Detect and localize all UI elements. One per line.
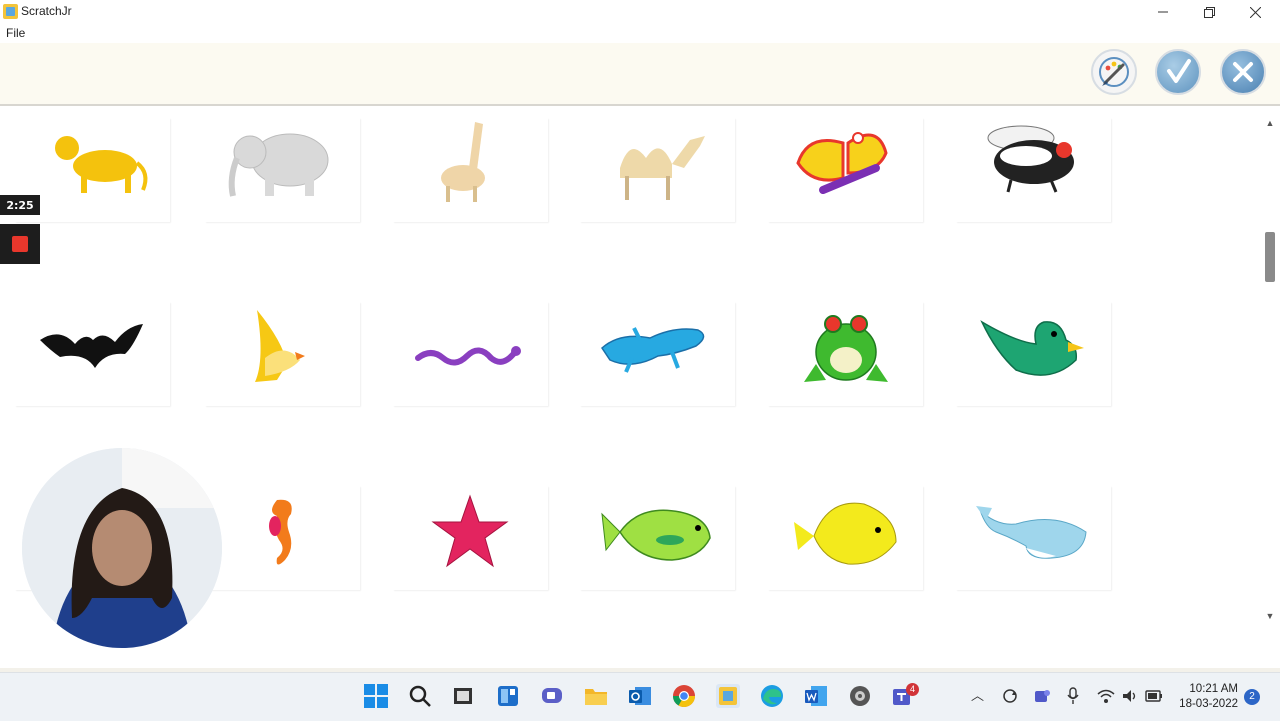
lizard-icon <box>601 327 705 373</box>
system-clock[interactable]: 10:21 AM 18-03-2022 <box>1178 682 1238 712</box>
camel-icon <box>620 136 705 200</box>
restore-button[interactable] <box>1186 0 1232 24</box>
restore-icon <box>1203 6 1215 18</box>
menu-bar: File <box>0 24 1280 43</box>
sync-icon[interactable] <box>1002 688 1018 704</box>
bird-icon <box>255 310 305 382</box>
fly-icon <box>987 125 1074 193</box>
character-butterfly[interactable] <box>768 118 923 222</box>
scroll-down-arrow[interactable]: ▼ <box>1264 611 1276 623</box>
character-bat[interactable] <box>15 302 170 406</box>
task-view-icon[interactable] <box>450 683 476 709</box>
wifi-icon[interactable] <box>1097 688 1115 704</box>
teams-tray-icon[interactable] <box>1034 688 1050 704</box>
character-starfish[interactable] <box>393 486 548 590</box>
menu-file[interactable]: File <box>6 26 25 40</box>
teams-badge: 4 <box>906 683 919 696</box>
windows-start-icon[interactable] <box>363 683 389 709</box>
taskbar: 4 ︿ 10:21 AM 18-03-2022 2 <box>0 672 1280 721</box>
fish-icon <box>601 509 711 561</box>
outlook-icon[interactable] <box>627 683 653 709</box>
character-tropical-fish[interactable] <box>768 486 923 590</box>
character-fish[interactable] <box>580 486 735 590</box>
paint-editor-button[interactable] <box>1091 49 1137 95</box>
minimize-button[interactable] <box>1140 0 1186 24</box>
character-elephant[interactable] <box>205 118 360 222</box>
microphone-icon[interactable] <box>1066 687 1080 705</box>
scratchjr-taskbar-icon[interactable] <box>715 683 741 709</box>
title-bar: ScratchJr <box>0 0 1280 24</box>
close-window-button[interactable] <box>1232 0 1278 24</box>
character-seahorse[interactable] <box>205 486 360 590</box>
edge-icon[interactable] <box>759 683 785 709</box>
tropical-fish-icon <box>794 502 897 565</box>
presenter-video <box>22 448 222 648</box>
scroll-up-arrow[interactable]: ▲ <box>1264 118 1276 130</box>
chrome-icon[interactable] <box>671 683 697 709</box>
clock-date: 18-03-2022 <box>1179 698 1238 710</box>
stop-icon <box>12 236 28 252</box>
scrollbar-thumb[interactable] <box>1265 232 1275 282</box>
frog-icon <box>804 315 888 382</box>
character-fly[interactable] <box>956 118 1111 222</box>
teams-chat-icon[interactable] <box>539 683 565 709</box>
bat-icon <box>40 324 143 368</box>
giraffe-icon <box>441 122 485 202</box>
media-icon[interactable] <box>847 683 873 709</box>
whale-icon <box>976 506 1087 559</box>
window-title: ScratchJr <box>21 4 72 18</box>
duck-icon <box>980 320 1084 376</box>
character-whale[interactable] <box>956 486 1111 590</box>
confirm-button[interactable] <box>1155 49 1201 95</box>
character-lizard[interactable] <box>580 302 735 406</box>
clock-time: 10:21 AM <box>1189 683 1238 695</box>
butterfly-icon <box>796 132 888 194</box>
library-header <box>0 43 1280 106</box>
character-frog[interactable] <box>768 302 923 406</box>
character-bird[interactable] <box>205 302 360 406</box>
close-library-button[interactable] <box>1220 49 1266 95</box>
tray-overflow-chevron-icon[interactable]: ︿ <box>971 685 984 704</box>
elephant-icon <box>228 133 329 197</box>
character-duck[interactable] <box>956 302 1111 406</box>
starfish-icon <box>431 494 509 568</box>
battery-icon[interactable] <box>1145 689 1163 703</box>
stop-recording-button[interactable] <box>0 224 40 264</box>
volume-icon[interactable] <box>1121 688 1139 704</box>
character-giraffe[interactable] <box>393 118 548 222</box>
snake-icon <box>415 346 521 366</box>
recording-timer: 2:25 <box>0 195 40 215</box>
character-camel[interactable] <box>580 118 735 222</box>
file-explorer-icon[interactable] <box>583 683 609 709</box>
character-snake[interactable] <box>393 302 548 406</box>
seahorse-icon <box>269 499 292 565</box>
scratchjr-app-icon <box>3 4 18 19</box>
close-icon <box>1249 6 1261 18</box>
notification-badge[interactable]: 2 <box>1244 689 1260 705</box>
checkmark-icon <box>1167 59 1191 83</box>
webcam-overlay <box>22 448 222 648</box>
x-close-icon <box>1233 62 1253 82</box>
minimize-icon <box>1158 11 1168 13</box>
word-icon[interactable] <box>803 683 829 709</box>
search-icon[interactable] <box>407 683 433 709</box>
widgets-icon[interactable] <box>495 683 521 709</box>
paintbrush-icon <box>1099 57 1129 87</box>
